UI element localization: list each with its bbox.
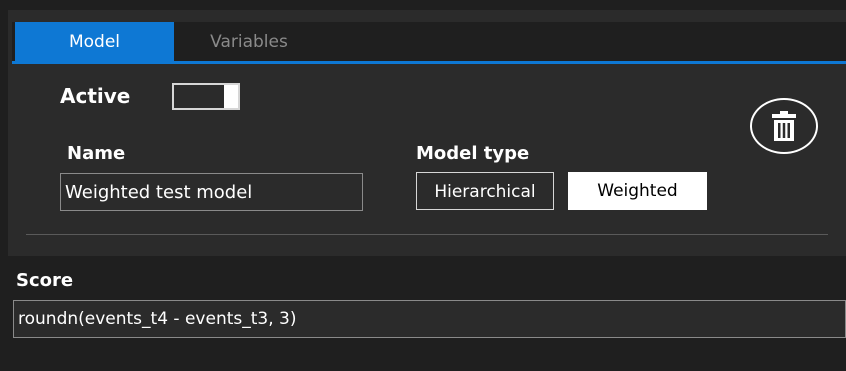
toggle-knob — [224, 85, 238, 108]
model-type-label: Model type — [416, 143, 530, 164]
trash-icon — [772, 111, 796, 141]
tab-bar: Model Variables — [12, 22, 846, 64]
tab-model[interactable]: Model — [15, 22, 174, 61]
tab-variables[interactable]: Variables — [174, 22, 324, 61]
divider — [26, 234, 828, 235]
name-label: Name — [67, 143, 126, 164]
score-input[interactable] — [13, 300, 846, 338]
delete-button[interactable] — [750, 98, 818, 154]
model-type-hierarchical-button[interactable]: Hierarchical — [416, 172, 554, 210]
active-toggle[interactable] — [172, 83, 240, 110]
name-input[interactable] — [60, 173, 363, 211]
score-label: Score — [16, 270, 74, 291]
model-type-weighted-button[interactable]: Weighted — [568, 172, 707, 210]
active-label: Active — [60, 84, 131, 108]
